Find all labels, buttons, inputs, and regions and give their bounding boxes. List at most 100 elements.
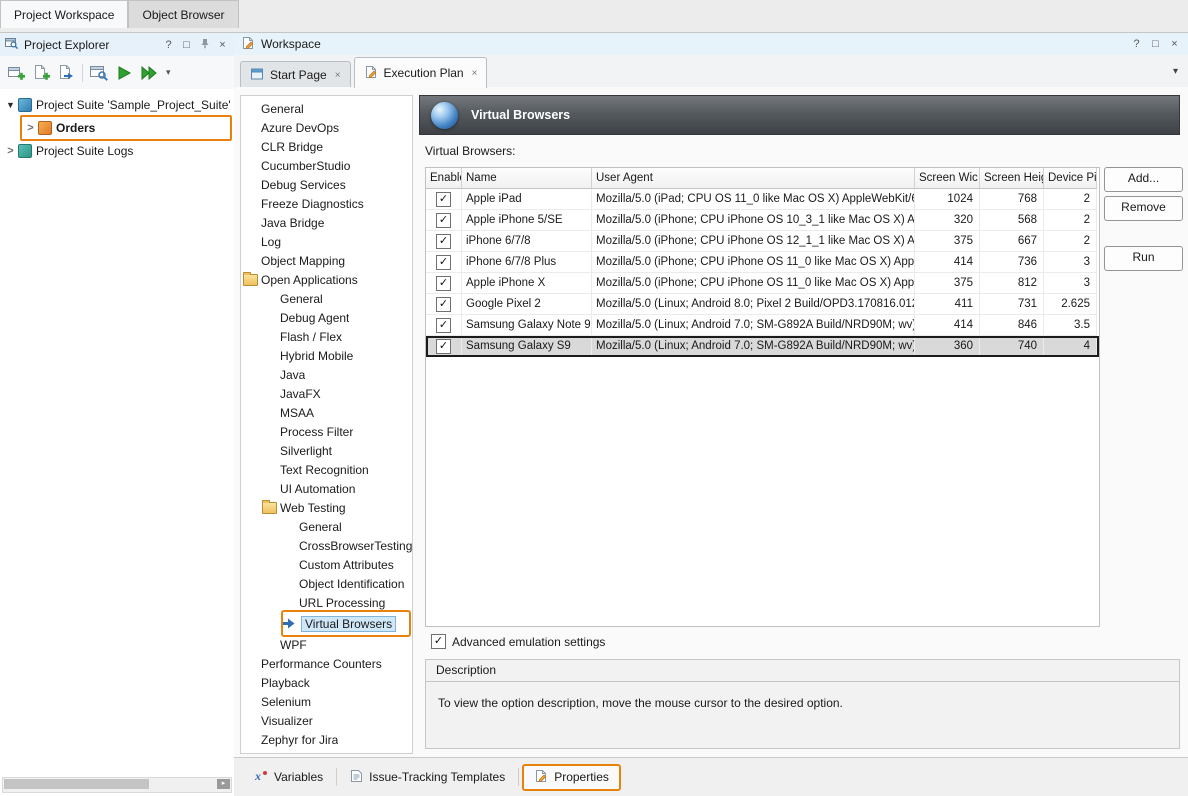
options-tree-item[interactable]: Freeze Diagnostics xyxy=(241,194,412,213)
options-tree-item[interactable]: Hybrid Mobile xyxy=(241,346,412,365)
options-tree-item[interactable]: Debug Services xyxy=(241,175,412,194)
options-tree-item[interactable]: Silverlight xyxy=(241,441,412,460)
options-tree-item[interactable]: Object Mapping xyxy=(241,251,412,270)
run-options-dropdown-icon[interactable]: ▾ xyxy=(163,67,174,78)
options-tree-item[interactable]: Log xyxy=(241,232,412,251)
options-tree-item[interactable]: CLR Bridge xyxy=(241,137,412,156)
help-icon[interactable]: ? xyxy=(162,39,175,51)
add-project-suite-item-icon[interactable] xyxy=(5,63,27,83)
enable-checkbox[interactable]: ✓ xyxy=(436,255,451,270)
options-tree-item[interactable]: CrossBrowserTesting xyxy=(241,536,412,555)
pin-icon[interactable] xyxy=(198,38,211,52)
add-button[interactable]: Add... xyxy=(1104,167,1183,192)
virtual-browser-row[interactable]: ✓Samsung Galaxy Note 9Mozilla/5.0 (Linux… xyxy=(426,315,1099,336)
options-tree-item[interactable]: Java Bridge xyxy=(241,213,412,232)
close-tab-icon[interactable]: × xyxy=(335,70,341,81)
project-icon xyxy=(38,121,52,135)
options-tree-item[interactable]: Object Identification xyxy=(241,574,412,593)
run-project-suite-icon[interactable] xyxy=(138,63,160,83)
options-tree-item[interactable]: Java xyxy=(241,365,412,384)
options-tree-item[interactable]: Custom Attributes xyxy=(241,555,412,574)
options-tree-item[interactable]: WPF xyxy=(241,635,412,654)
options-tree-item[interactable]: JavaFX xyxy=(241,384,412,403)
project-explorer-node[interactable]: >Project Suite Logs xyxy=(0,141,234,161)
options-tree-item[interactable]: Flash / Flex xyxy=(241,327,412,346)
screen-width-cell: 411 xyxy=(915,294,980,315)
options-tree-item[interactable]: Process Filter xyxy=(241,422,412,441)
options-tree-item[interactable]: CucumberStudio xyxy=(241,156,412,175)
options-tree-item[interactable]: Visualizer xyxy=(241,711,412,730)
maximize-icon[interactable]: □ xyxy=(180,39,193,51)
options-tree-item-label: URL Processing xyxy=(299,596,385,610)
options-tree-item[interactable]: General xyxy=(241,289,412,308)
virtual-browsers-table[interactable]: EnableNameUser AgentScreen WicScreen Hei… xyxy=(425,167,1100,627)
enable-checkbox[interactable]: ✓ xyxy=(436,339,451,354)
project-explorer-node[interactable]: >Orders xyxy=(20,115,232,141)
options-tree-item[interactable]: Performance Counters xyxy=(241,654,412,673)
close-icon[interactable]: × xyxy=(1168,38,1181,50)
options-tree-item[interactable]: Zephyr for Jira xyxy=(241,730,412,749)
enable-checkbox[interactable]: ✓ xyxy=(436,213,451,228)
help-icon[interactable]: ? xyxy=(1130,38,1143,50)
tab-object-browser[interactable]: Object Browser xyxy=(128,0,238,28)
collapsed-arrow-icon[interactable]: > xyxy=(24,122,37,134)
column-header-screen-wic[interactable]: Screen Wic xyxy=(915,168,980,189)
tab-variables[interactable]: x Variables xyxy=(244,766,333,788)
scrollbar-thumb[interactable] xyxy=(4,779,149,789)
object-spy-icon[interactable] xyxy=(88,63,110,83)
options-tree-item[interactable]: Open Applications xyxy=(241,270,412,289)
options-tree-item[interactable]: Azure DevOps xyxy=(241,118,412,137)
virtual-browser-row[interactable]: ✓iPhone 6/7/8Mozilla/5.0 (iPhone; CPU iP… xyxy=(426,231,1099,252)
tab-start-page[interactable]: Start Page × xyxy=(240,61,351,88)
options-tree-item[interactable]: Playback xyxy=(241,673,412,692)
tab-execution-plan[interactable]: Execution Plan × xyxy=(354,57,488,88)
virtual-browser-row[interactable]: ✓Google Pixel 2Mozilla/5.0 (Linux; Andro… xyxy=(426,294,1099,315)
expanded-arrow-icon[interactable]: ▼ xyxy=(4,100,17,110)
user-agent-cell: Mozilla/5.0 (Linux; Android 7.0; SM-G892… xyxy=(592,315,915,336)
options-tree-item[interactable]: MSAA xyxy=(241,403,412,422)
advanced-emulation-checkbox[interactable]: ✓ xyxy=(431,634,446,649)
options-tree-item[interactable]: General xyxy=(241,517,412,536)
column-header-device-pi[interactable]: Device Pi xyxy=(1044,168,1097,189)
enable-checkbox[interactable]: ✓ xyxy=(436,192,451,207)
screen-width-cell: 360 xyxy=(915,336,980,357)
add-project-item-icon[interactable] xyxy=(30,63,52,83)
close-icon[interactable]: × xyxy=(216,39,229,51)
options-tree-item[interactable]: Debug Agent xyxy=(241,308,412,327)
column-header-enable[interactable]: Enable xyxy=(426,168,462,189)
enable-cell: ✓ xyxy=(426,189,462,210)
project-explorer-node[interactable]: ▼Project Suite 'Sample_Project_Suite' (1… xyxy=(0,95,234,115)
column-header-user-agent[interactable]: User Agent xyxy=(592,168,915,189)
virtual-browser-row[interactable]: ✓iPhone 6/7/8 PlusMozilla/5.0 (iPhone; C… xyxy=(426,252,1099,273)
run-project-icon[interactable] xyxy=(113,63,135,83)
options-tree-item[interactable]: General xyxy=(241,99,412,118)
virtual-browser-row[interactable]: ✓Samsung Galaxy S9Mozilla/5.0 (Linux; An… xyxy=(426,336,1099,357)
virtual-browser-row[interactable]: ✓Apple iPhone 5/SEMozilla/5.0 (iPhone; C… xyxy=(426,210,1099,231)
enable-checkbox[interactable]: ✓ xyxy=(436,234,451,249)
run-button[interactable]: Run xyxy=(1104,246,1183,271)
scrollbar-right-arrow-icon[interactable]: ▸ xyxy=(217,779,230,789)
enable-checkbox[interactable]: ✓ xyxy=(436,276,451,291)
enable-checkbox[interactable]: ✓ xyxy=(436,318,451,333)
column-header-name[interactable]: Name xyxy=(462,168,592,189)
tab-list-dropdown-icon[interactable]: ▾ xyxy=(1173,66,1178,77)
maximize-icon[interactable]: □ xyxy=(1149,38,1162,50)
options-tree-item[interactable]: Web Testing xyxy=(241,498,412,517)
options-tree-item[interactable]: Selenium xyxy=(241,692,412,711)
remove-button[interactable]: Remove xyxy=(1104,196,1183,221)
virtual-browser-row[interactable]: ✓Apple iPadMozilla/5.0 (iPad; CPU OS 11_… xyxy=(426,189,1099,210)
tab-project-workspace[interactable]: Project Workspace xyxy=(0,0,128,28)
enable-checkbox[interactable]: ✓ xyxy=(436,297,451,312)
horizontal-scrollbar[interactable]: ▸ xyxy=(2,777,232,793)
screen-width-cell: 1024 xyxy=(915,189,980,210)
column-header-screen-heig[interactable]: Screen Heig xyxy=(980,168,1044,189)
close-tab-icon[interactable]: × xyxy=(472,68,478,79)
tab-issue-tracking-templates[interactable]: Issue-Tracking Templates xyxy=(340,766,515,789)
collapsed-arrow-icon[interactable]: > xyxy=(4,145,17,157)
options-tree-item[interactable]: Virtual Browsers xyxy=(241,612,412,635)
virtual-browser-row[interactable]: ✓Apple iPhone XMozilla/5.0 (iPhone; CPU … xyxy=(426,273,1099,294)
options-tree-item[interactable]: UI Automation xyxy=(241,479,412,498)
tab-properties[interactable]: Properties xyxy=(522,764,621,791)
options-tree-item[interactable]: Text Recognition xyxy=(241,460,412,479)
add-existing-item-icon[interactable] xyxy=(55,63,77,83)
